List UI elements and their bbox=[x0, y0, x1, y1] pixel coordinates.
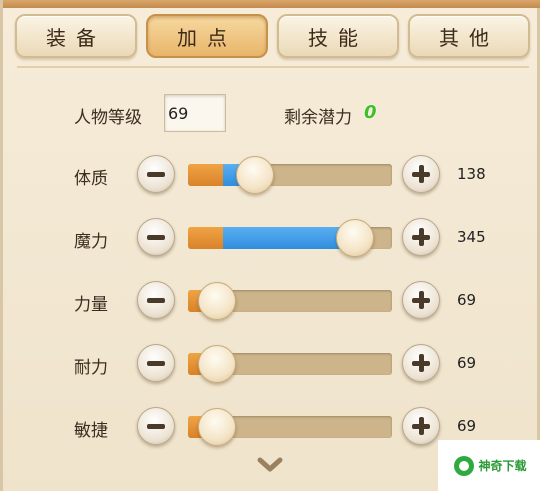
attribute-value: 69 bbox=[457, 291, 477, 309]
tab-skills[interactable]: 技能 bbox=[277, 14, 399, 58]
tab-equipment[interactable]: 装备 bbox=[15, 14, 137, 58]
attribute-row-magic: 魔力 345 bbox=[3, 216, 540, 260]
watermark-text: 神奇下载 bbox=[478, 459, 527, 473]
level-value-field: 69 bbox=[164, 94, 226, 132]
attribute-row-strength: 力量 69 bbox=[3, 279, 540, 323]
slider-handle[interactable] bbox=[336, 219, 374, 257]
slider-handle[interactable] bbox=[236, 156, 274, 194]
base-fill bbox=[188, 227, 223, 249]
attribute-label: 耐力 bbox=[74, 358, 108, 378]
attribute-slider[interactable] bbox=[188, 156, 392, 194]
slider-handle[interactable] bbox=[198, 408, 236, 446]
slider-handle[interactable] bbox=[198, 345, 236, 383]
decrease-button[interactable] bbox=[137, 218, 175, 256]
attribute-row-endurance: 耐力 69 bbox=[3, 342, 540, 386]
attribute-slider[interactable] bbox=[188, 219, 392, 257]
increase-button[interactable] bbox=[402, 407, 440, 445]
attribute-value: 69 bbox=[457, 354, 477, 372]
attribute-value: 345 bbox=[457, 228, 486, 246]
plus-icon bbox=[412, 291, 430, 309]
plus-icon bbox=[412, 228, 430, 246]
increase-button[interactable] bbox=[402, 155, 440, 193]
attribute-label: 体质 bbox=[74, 169, 108, 189]
decrease-button[interactable] bbox=[137, 155, 175, 193]
increase-button[interactable] bbox=[402, 281, 440, 319]
chevron-down-icon[interactable] bbox=[257, 456, 283, 474]
minus-icon bbox=[147, 297, 165, 303]
attribute-value: 69 bbox=[457, 417, 477, 435]
decrease-button[interactable] bbox=[137, 407, 175, 445]
plus-icon bbox=[412, 354, 430, 372]
tab-add-points[interactable]: 加点 bbox=[146, 14, 268, 58]
minus-icon bbox=[147, 423, 165, 429]
watermark-logo-icon bbox=[454, 455, 475, 476]
tab-bar: 装备 加点 技能 其他 bbox=[15, 14, 531, 60]
attribute-slider[interactable] bbox=[188, 408, 392, 446]
minus-icon bbox=[147, 360, 165, 366]
attribute-label: 敏捷 bbox=[74, 421, 108, 441]
increase-button[interactable] bbox=[402, 218, 440, 256]
base-fill bbox=[188, 164, 223, 186]
increase-button[interactable] bbox=[402, 344, 440, 382]
minus-icon bbox=[147, 234, 165, 240]
slider-handle[interactable] bbox=[198, 282, 236, 320]
attribute-value: 138 bbox=[457, 165, 486, 183]
panel-top-border bbox=[3, 0, 540, 8]
decrease-button[interactable] bbox=[137, 281, 175, 319]
plus-icon bbox=[412, 417, 430, 435]
remaining-points-value: 0 bbox=[364, 102, 377, 123]
decrease-button[interactable] bbox=[137, 344, 175, 382]
tab-other[interactable]: 其他 bbox=[408, 14, 530, 58]
watermark: 神奇下载 bbox=[438, 440, 540, 491]
remaining-points-label: 剩余潜力 bbox=[284, 108, 352, 128]
attribute-label: 力量 bbox=[74, 295, 108, 315]
minus-icon bbox=[147, 171, 165, 177]
attribute-panel: 装备 加点 技能 其他 人物等级 69 剩余潜力 0 体质 138 魔力 345… bbox=[0, 0, 540, 491]
plus-icon bbox=[412, 165, 430, 183]
level-label: 人物等级 bbox=[74, 108, 142, 128]
attribute-label: 魔力 bbox=[74, 232, 108, 252]
attribute-slider[interactable] bbox=[188, 282, 392, 320]
attribute-slider[interactable] bbox=[188, 345, 392, 383]
tab-divider bbox=[17, 66, 529, 68]
attribute-row-constitution: 体质 138 bbox=[3, 153, 540, 197]
